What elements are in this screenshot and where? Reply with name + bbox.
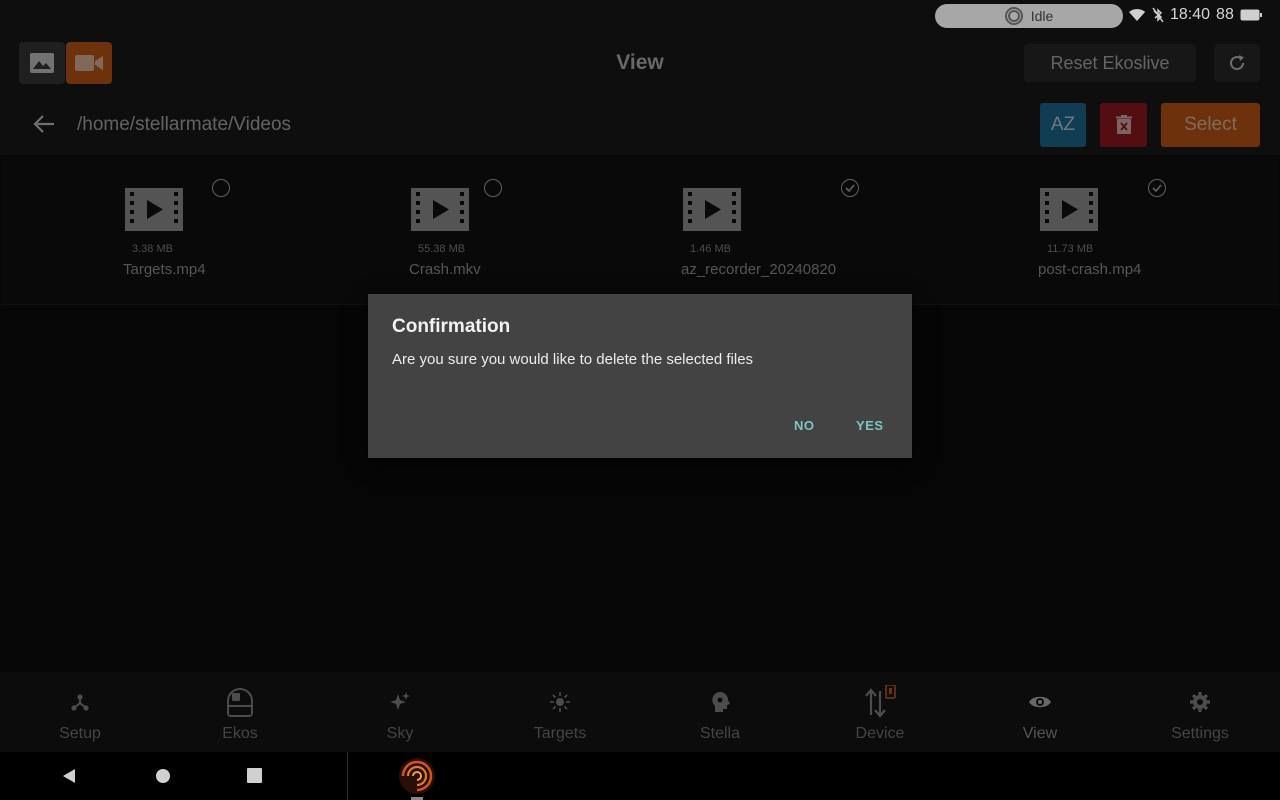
system-back-icon[interactable] bbox=[62, 768, 76, 784]
clock: 18:40 bbox=[1170, 6, 1211, 23]
bluetooth-off-icon bbox=[1152, 7, 1164, 23]
stellarmate-app-icon[interactable] bbox=[397, 756, 437, 796]
status-pill[interactable]: Idle bbox=[935, 4, 1123, 28]
system-recents-button[interactable] bbox=[247, 768, 262, 783]
dialog-title: Confirmation bbox=[392, 316, 511, 337]
target-icon bbox=[1004, 7, 1023, 25]
app-screen: Idle 18:40 88 View Reset Ekoslive /home/… bbox=[0, 0, 1280, 800]
confirmation-dialog: Confirmation Are you sure you would like… bbox=[368, 294, 912, 458]
dialog-no-button[interactable]: NO bbox=[794, 418, 815, 433]
system-navigation-bar bbox=[0, 752, 1280, 800]
battery-level: 88 bbox=[1216, 6, 1234, 23]
dialog-message: Are you sure you would like to delete th… bbox=[392, 351, 754, 368]
status-state: Idle bbox=[1030, 8, 1054, 24]
taskbar-divider bbox=[347, 752, 348, 800]
status-icons: 18:40 88 bbox=[1128, 6, 1262, 24]
battery-icon bbox=[1240, 9, 1262, 21]
dialog-yes-button[interactable]: YES bbox=[856, 418, 884, 433]
wifi-icon bbox=[1129, 8, 1145, 21]
status-bar: Idle 18:40 88 bbox=[0, 0, 1280, 33]
system-home-button[interactable] bbox=[156, 769, 170, 783]
